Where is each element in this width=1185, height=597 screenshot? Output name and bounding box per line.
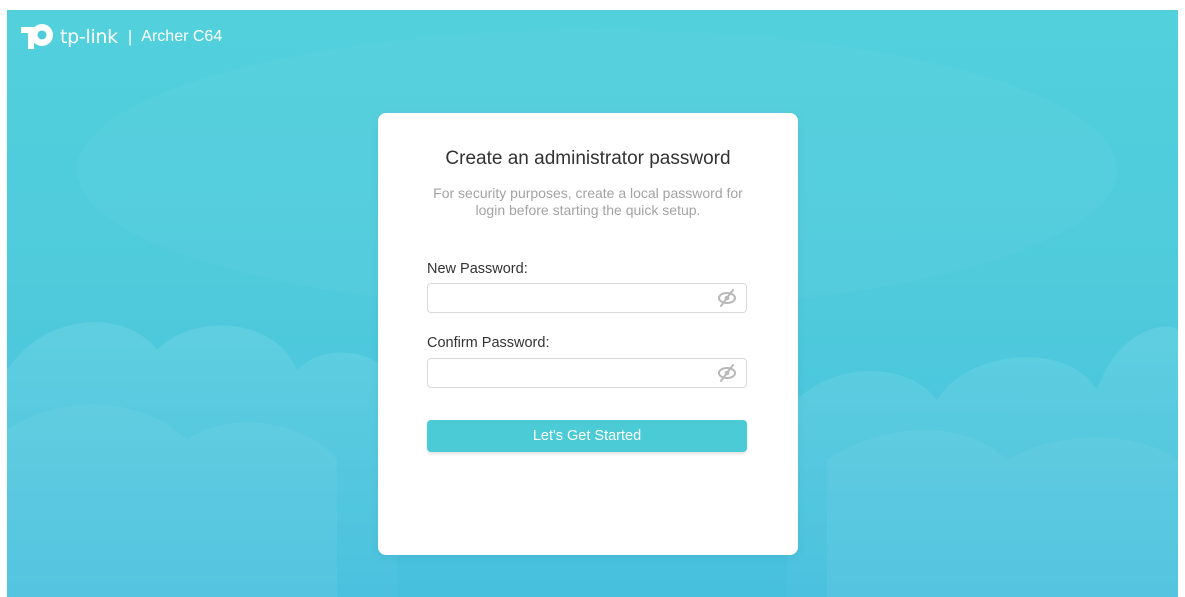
new-password-label: New Password: [427,261,528,277]
card-title: Create an administrator password [445,148,731,169]
eye-slash-icon[interactable] [716,288,738,308]
setup-page: tp-link | Archer C64 Create an administr… [7,10,1178,597]
brand-header: tp-link | Archer C64 [18,23,222,51]
card-description: For security purposes, create a local pa… [433,185,743,218]
brand-separator: | [127,27,133,46]
tp-link-logo-icon [21,24,53,49]
confirm-password-field [427,358,747,388]
brand-name: tp-link [60,26,118,48]
new-password-field [427,283,747,313]
lets-get-started-button[interactable]: Let's Get Started [427,420,747,452]
confirm-password-input[interactable] [428,359,708,387]
eye-slash-icon[interactable] [716,363,738,383]
new-password-input[interactable] [428,284,708,312]
confirm-password-label: Confirm Password: [427,335,550,351]
model-name: Archer C64 [141,28,223,45]
password-setup-card: Create an administrator password For sec… [378,113,798,555]
